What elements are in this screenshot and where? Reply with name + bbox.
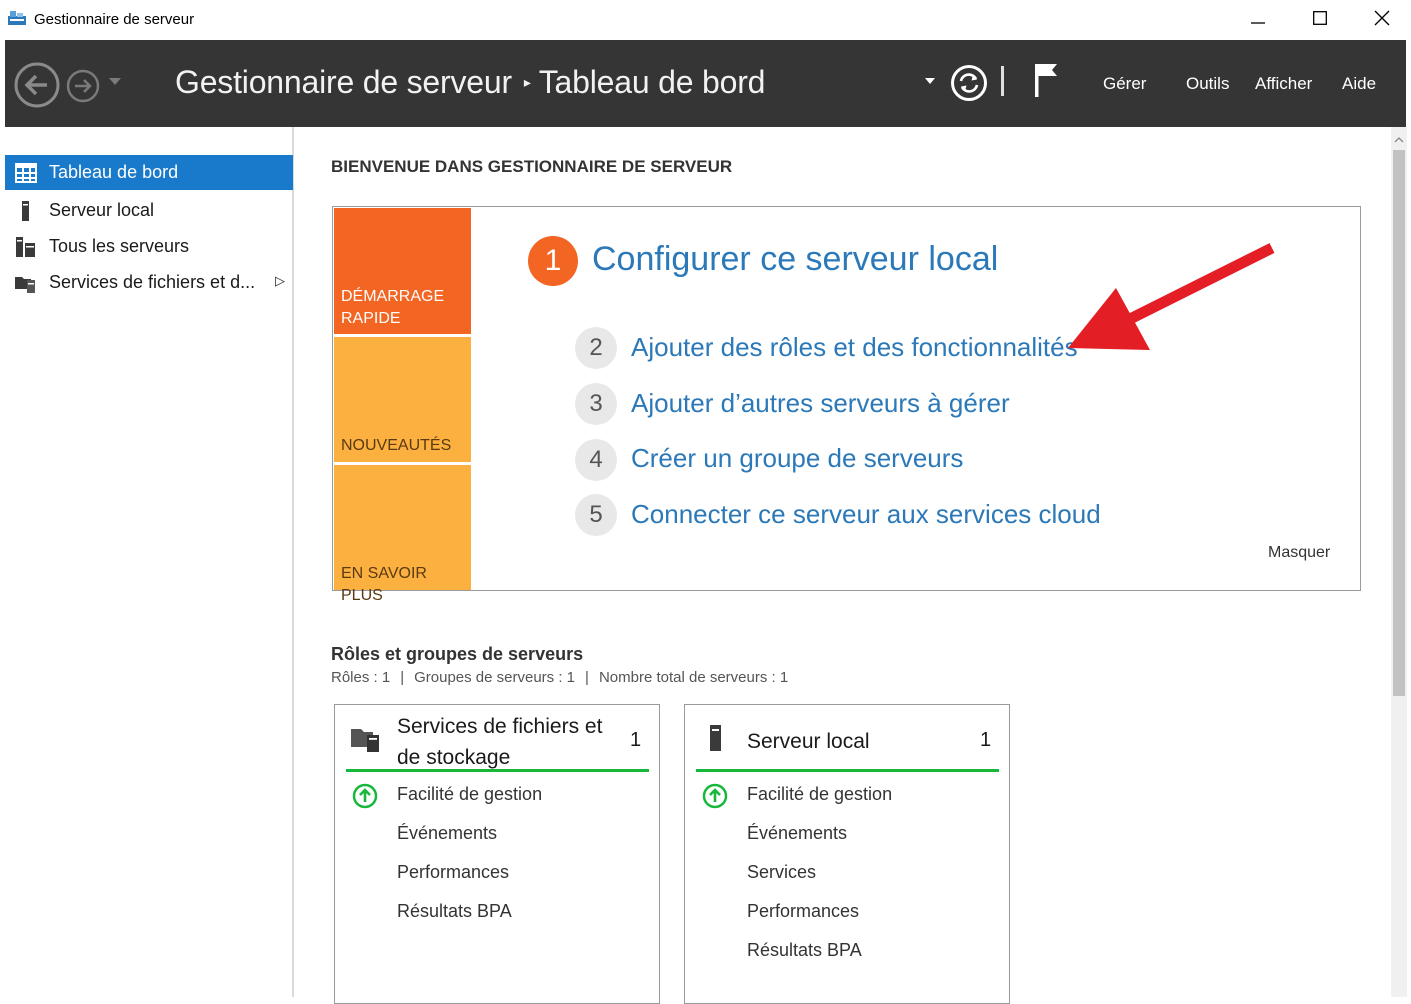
menu-gerer[interactable]: Gérer <box>1103 74 1146 94</box>
divider <box>1001 66 1004 96</box>
step-link-ajouter-roles[interactable]: Ajouter des rôles et des fonctionnalités <box>631 332 1078 363</box>
annotation-arrow-icon <box>1068 243 1275 350</box>
summary-separator: | <box>400 669 405 686</box>
step-number-badge: 1 <box>528 236 578 286</box>
maximize-button[interactable] <box>1290 0 1350 36</box>
back-arrow-icon[interactable] <box>14 62 60 108</box>
notifications-flag-icon[interactable] <box>1032 62 1060 98</box>
status-bar <box>346 769 649 772</box>
servers-icon <box>16 237 35 257</box>
forward-arrow-icon[interactable] <box>66 69 100 103</box>
step-link-connecter-cloud[interactable]: Connecter ce serveur aux services cloud <box>631 499 1101 530</box>
card-row-services[interactable]: Services <box>747 862 816 883</box>
menu-outils[interactable]: Outils <box>1186 74 1229 94</box>
role-card-local-server[interactable]: Serveur local 1 Facilité de gestion Évén… <box>684 704 1010 1004</box>
tile-en-savoir-plus[interactable]: EN SAVOIR PLUS <box>334 465 471 604</box>
card-row-performances[interactable]: Performances <box>397 862 509 883</box>
card-row-facilite[interactable]: Facilité de gestion <box>397 784 542 805</box>
card-title[interactable]: Services de fichiers et de stockage <box>397 711 621 773</box>
step-number-badge: 2 <box>575 327 617 369</box>
card-count: 1 <box>630 729 642 751</box>
groups-count: Groupes de serveurs : 1 <box>414 669 576 686</box>
card-title[interactable]: Serveur local <box>747 726 971 757</box>
breadcrumb: Gestionnaire de serveur ▸ Tableau de bord <box>175 64 765 101</box>
sidebar-item-label: Serveur local <box>49 200 155 220</box>
card-row-evenements[interactable]: Événements <box>747 823 847 844</box>
status-up-arrow-icon <box>352 783 378 809</box>
dashboard-grid-icon <box>15 163 37 183</box>
status-bar <box>696 769 999 772</box>
tile-label: EN SAVOIR PLUS <box>341 565 427 604</box>
step-number-badge: 5 <box>575 494 617 536</box>
menu-afficher[interactable]: Afficher <box>1255 74 1312 94</box>
card-row-bpa[interactable]: Résultats BPA <box>747 940 862 961</box>
step-number-badge: 3 <box>575 383 617 425</box>
hide-link[interactable]: Masquer <box>1268 544 1330 562</box>
roles-summary: Rôles : 1 | Groupes de serveurs : 1 | Nombre… <box>331 669 788 686</box>
chevron-down-icon[interactable] <box>109 78 121 86</box>
breadcrumb-separator: ▸ <box>523 74 531 90</box>
minimize-button[interactable] <box>1228 0 1288 36</box>
sidebar-item-label: Tableau de bord <box>49 162 179 182</box>
close-button[interactable] <box>1352 0 1411 36</box>
card-row-performances[interactable]: Performances <box>747 901 859 922</box>
card-count: 1 <box>980 729 992 751</box>
role-card-file-services[interactable]: Services de fichiers et de stockage 1 Fa… <box>334 704 660 1004</box>
close-icon <box>1374 10 1390 26</box>
tile-demarrage-rapide[interactable]: DÉMARRAGE RAPIDE <box>334 208 471 334</box>
summary-separator: | <box>585 669 589 686</box>
file-services-icon <box>15 277 35 293</box>
expand-arrow-icon[interactable]: ▷ <box>275 273 285 289</box>
scroll-up-arrow-icon[interactable] <box>1393 134 1405 146</box>
step-link-configurer[interactable]: Configurer ce serveur local <box>592 240 998 279</box>
tile-label: DÉMARRAGE RAPIDE <box>341 288 445 327</box>
welcome-title: BIENVENUE DANS GESTIONNAIRE DE SERVEUR <box>331 157 733 176</box>
roles-count: Rôles : 1 <box>331 669 391 686</box>
breadcrumb-root[interactable]: Gestionnaire de serveur <box>175 64 512 100</box>
sidebar-item-label: Services de fichiers et d... <box>49 272 256 292</box>
sidebar-item-tableau-de-bord[interactable]: Tableau de bord <box>5 155 293 190</box>
card-row-facilite[interactable]: Facilité de gestion <box>747 784 892 805</box>
scrollbar-thumb[interactable] <box>1393 150 1405 696</box>
status-up-arrow-icon <box>702 783 728 809</box>
menu-aide[interactable]: Aide <box>1342 74 1376 94</box>
sidebar: Tableau de bord Serveur local Tous les s… <box>5 127 294 997</box>
tile-label: NOUVEAUTÉS <box>341 437 452 454</box>
server-tower-icon <box>710 725 721 751</box>
server-tower-icon <box>22 201 29 221</box>
server-manager-icon <box>8 11 26 25</box>
window-titlebar: Gestionnaire de serveur <box>0 0 1411 40</box>
window-title: Gestionnaire de serveur <box>34 11 195 28</box>
roles-section-title: Rôles et groupes de serveurs <box>331 644 584 664</box>
step-link-ajouter-serveurs[interactable]: Ajouter d’autres serveurs à gérer <box>631 388 1010 419</box>
card-row-evenements[interactable]: Événements <box>397 823 497 844</box>
minimize-icon <box>1251 22 1265 24</box>
step-number-badge: 4 <box>575 439 617 481</box>
sidebar-item-label: Tous les serveurs <box>49 236 190 256</box>
refresh-icon[interactable] <box>950 64 988 102</box>
chevron-down-icon[interactable] <box>925 78 935 85</box>
servers-count: Nombre total de serveurs : 1 <box>598 669 789 686</box>
breadcrumb-current: Tableau de bord <box>538 64 766 100</box>
sidebar-item-serveur-local[interactable]: Serveur local <box>5 193 293 228</box>
maximize-icon <box>1313 11 1327 25</box>
sidebar-item-tous-les-serveurs[interactable]: Tous les serveurs <box>5 229 293 264</box>
step-link-creer-groupe[interactable]: Créer un groupe de serveurs <box>631 443 963 474</box>
sidebar-item-services-fichiers[interactable]: Services de fichiers et d... ▷ <box>5 265 293 300</box>
tile-nouveautes[interactable]: NOUVEAUTÉS <box>334 337 471 462</box>
app-header: Gestionnaire de serveur ▸ Tableau de bord … <box>5 40 1406 127</box>
card-row-bpa[interactable]: Résultats BPA <box>397 901 512 922</box>
file-services-icon <box>351 729 379 752</box>
